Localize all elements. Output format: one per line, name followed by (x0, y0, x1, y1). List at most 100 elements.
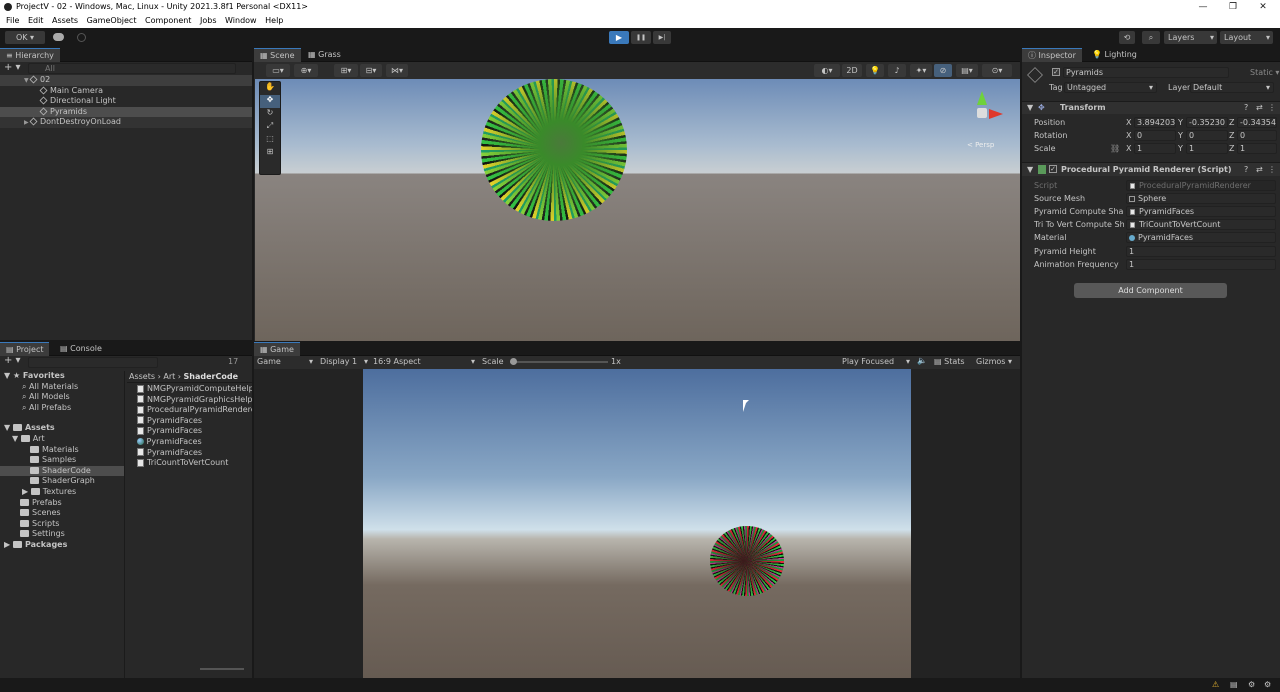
menu-assets[interactable]: Assets (52, 16, 78, 25)
maximize-button[interactable]: ❐ (1218, 0, 1248, 14)
source-mesh-field[interactable]: Sphere (1126, 193, 1276, 204)
layers-dropdown[interactable]: Layers ▾ (1164, 31, 1217, 44)
visibility-toggle-icon[interactable]: ⊘ (934, 64, 952, 77)
rect-tool-icon[interactable]: ⬚ (260, 134, 280, 147)
component-menu-icon[interactable]: ⋮ (1268, 103, 1276, 112)
favorite-item[interactable]: ⌕ All Models (0, 392, 124, 403)
asset-item[interactable]: ProceduralPyramidRendere (137, 405, 252, 416)
scale-slider[interactable] (510, 358, 608, 365)
play-button[interactable]: ▶ (609, 31, 629, 44)
step-button[interactable]: ▶| (653, 31, 671, 44)
pyramid-compute-field[interactable]: PyramidFaces (1126, 206, 1276, 217)
asset-item[interactable]: PyramidFaces (137, 416, 252, 427)
tag-dropdown[interactable]: Untagged ▾ (1064, 82, 1157, 93)
fold-icon[interactable]: ▼ (1027, 165, 1033, 174)
draw-mode-dropdown[interactable]: ▭▾ (266, 64, 290, 77)
fold-icon[interactable]: ▼ (1027, 103, 1033, 112)
scale-x-field[interactable]: 1 (1134, 143, 1176, 154)
menu-jobs[interactable]: Jobs (200, 16, 217, 25)
menu-file[interactable]: File (6, 16, 19, 25)
minimize-button[interactable]: — (1188, 0, 1218, 14)
tab-project[interactable]: ▤ Project (0, 342, 50, 356)
progress-icon[interactable]: ▤ (1230, 680, 1238, 689)
game-mode-dropdown[interactable]: Game ▾ (257, 357, 313, 366)
preset-icon[interactable]: ⇄ (1256, 103, 1263, 112)
x-axis-cone-icon[interactable] (989, 109, 1003, 119)
material-field[interactable]: PyramidFaces (1126, 232, 1276, 243)
gizmos-dropdown[interactable]: ⊙▾ (982, 64, 1012, 77)
debug-icon[interactable]: ⚙ (1248, 680, 1255, 689)
asset-item[interactable]: PyramidFaces (137, 437, 252, 448)
folder-item[interactable]: ▶ Textures (0, 487, 124, 498)
grid-snap-dropdown[interactable]: ⊞▾ (334, 64, 358, 77)
mute-audio-icon[interactable]: 🔈 (917, 356, 927, 365)
add-object-button[interactable]: + ▾ (4, 62, 21, 73)
asset-item[interactable]: NMGPyramidComputeHelpe (137, 384, 252, 395)
gizmo-center-icon[interactable] (977, 108, 987, 118)
scale-z-field[interactable]: 1 (1237, 143, 1277, 154)
tri-to-vert-field[interactable]: TriCountToVertCount (1126, 219, 1276, 230)
move-tool-icon[interactable]: ✥ (260, 95, 280, 108)
menu-component[interactable]: Component (145, 16, 191, 25)
folder-item[interactable]: Prefabs (0, 498, 124, 509)
scale-y-field[interactable]: 1 (1186, 143, 1228, 154)
hierarchy-item-pyramids[interactable]: Pyramids (0, 106, 252, 118)
favorite-item[interactable]: ⌕ All Materials (0, 382, 124, 393)
pivot-dropdown[interactable]: ⊕▾ (294, 64, 318, 77)
fold-icon[interactable]: ▼ (24, 76, 30, 87)
pause-button[interactable]: ❚❚ (631, 31, 651, 44)
account-button[interactable]: OK ▾ (5, 31, 45, 44)
folder-item[interactable]: Scripts (0, 519, 124, 530)
packages-folder[interactable]: ▶ Packages (0, 540, 124, 551)
asset-item[interactable]: TriCountToVertCount (137, 458, 252, 469)
warning-icon[interactable]: ⚠ (1212, 680, 1219, 689)
collab-icon[interactable] (77, 33, 86, 42)
increment-snap-dropdown[interactable]: ⋈▾ (386, 64, 408, 77)
hierarchy-search-input[interactable]: All (28, 63, 236, 74)
project-search-input[interactable] (28, 357, 158, 368)
game-gizmos-dropdown[interactable]: Gizmos ▾ (976, 357, 1016, 366)
menu-gameobject[interactable]: GameObject (87, 16, 137, 25)
art-folder[interactable]: ▼ Art (0, 434, 124, 445)
layer-dropdown[interactable]: Default ▾ (1190, 82, 1274, 93)
constrain-proportions-icon[interactable]: ⛓ (1110, 144, 1120, 153)
rotation-x-field[interactable]: 0 (1134, 130, 1176, 141)
asset-item[interactable]: PyramidFaces (137, 426, 252, 437)
close-button[interactable]: ✕ (1248, 0, 1278, 14)
animation-frequency-field[interactable]: 1 (1126, 259, 1276, 270)
scale-slider-handle[interactable] (510, 358, 517, 365)
tab-grass[interactable]: ▦ Grass (302, 48, 347, 62)
menu-window[interactable]: Window (225, 16, 257, 25)
history-icon[interactable]: ⟲ (1119, 31, 1135, 44)
folder-item[interactable]: ShaderGraph (0, 476, 124, 487)
hierarchy-item-dontdestroyonload[interactable]: ▶ DontDestroyOnLoad (0, 117, 252, 128)
position-y-field[interactable]: -0.35230 (1186, 117, 1228, 128)
folder-item-selected[interactable]: ShaderCode (0, 465, 124, 477)
favorites-header[interactable]: ▼ ★ Favorites (0, 371, 124, 382)
static-toggle[interactable]: Static ▾ (1250, 68, 1279, 77)
tab-scene[interactable]: ▦ Scene (254, 48, 301, 62)
effects-dropdown[interactable]: ✦▾ (910, 64, 932, 77)
tab-inspector[interactable]: ⓘ Inspector (1022, 48, 1082, 62)
y-axis-cone-icon[interactable] (977, 91, 987, 105)
tab-lighting[interactable]: 💡 Lighting (1086, 48, 1143, 62)
folder-item[interactable]: Samples (0, 455, 124, 466)
folder-item[interactable]: Materials (0, 445, 124, 456)
asset-item[interactable]: PyramidFaces (137, 448, 252, 459)
scene-viewport[interactable]: ✋ ✥ ↻ ⤢ ⬚ ⊞ < Persp (255, 79, 1020, 341)
component-menu-icon[interactable]: ⋮ (1268, 165, 1276, 174)
asset-item[interactable]: NMGPyramidGraphicsHelpe (137, 395, 252, 406)
projection-label[interactable]: < Persp (967, 141, 994, 149)
search-icon[interactable]: ⌕ (1142, 31, 1160, 44)
lighting-toggle-icon[interactable]: 💡 (866, 64, 884, 77)
pyramids-sphere-object[interactable] (481, 79, 627, 221)
hierarchy-item-main-camera[interactable]: Main Camera (0, 86, 252, 97)
transform-header[interactable]: ▼ ✥ Transform ? ⇄ ⋮ (1022, 101, 1280, 114)
menu-edit[interactable]: Edit (28, 16, 44, 25)
hierarchy-item-directional-light[interactable]: Directional Light (0, 96, 252, 107)
hand-tool-icon[interactable]: ✋ (260, 82, 280, 95)
breadcrumb-assets[interactable]: Assets (127, 372, 155, 381)
position-z-field[interactable]: -0.34354 (1237, 117, 1277, 128)
display-dropdown[interactable]: Display 1 ▾ (320, 357, 368, 366)
pyramid-height-field[interactable]: 1 (1126, 246, 1276, 257)
